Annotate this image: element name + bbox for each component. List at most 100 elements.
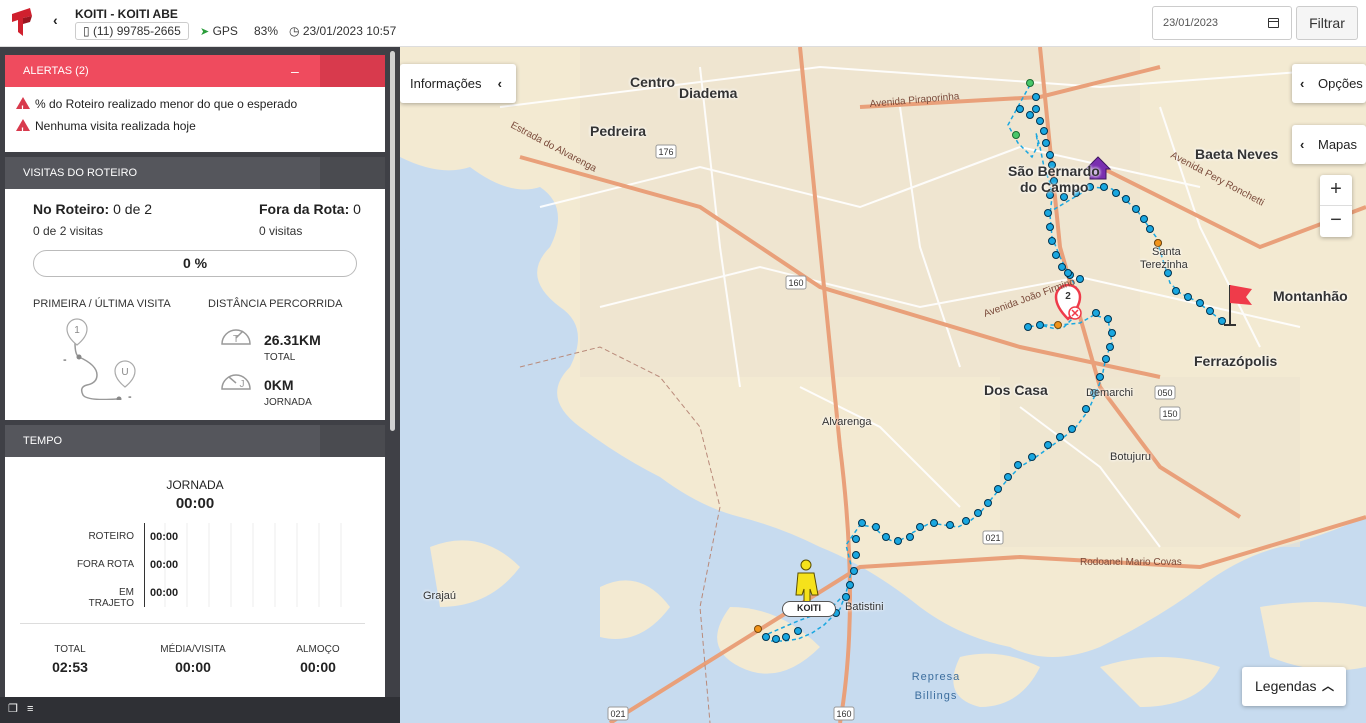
datetime-text: 23/01/2023 10:57	[302, 24, 397, 38]
road-shield-021: 021	[610, 709, 625, 719]
mapas-label: Mapas	[1318, 137, 1358, 152]
jornada-label: JORNADA	[264, 397, 312, 408]
device-name: KOITI - KOITI ABE	[75, 7, 178, 21]
phone-badge: ▯ (11) 99785-2665	[75, 22, 189, 40]
warning-icon	[16, 119, 30, 142]
place-label: Batistini	[845, 601, 884, 613]
collapse-icon[interactable]: –	[291, 55, 299, 87]
zoom-control: + −	[1320, 175, 1352, 237]
chevron-left-icon: ‹	[1300, 137, 1305, 152]
zoom-out-button[interactable]: −	[1320, 206, 1352, 237]
route-progress-bar: 0 %	[33, 250, 357, 277]
windows-icon[interactable]: ❐	[8, 704, 19, 715]
alerts-header[interactable]: ALERTAS (2) –	[5, 55, 385, 87]
time-title: TEMPO	[23, 435, 63, 447]
sidebar-scrollbar[interactable]	[388, 47, 398, 697]
chevron-left-icon: ‹	[1300, 76, 1305, 91]
road-name: Rodoanel Mario Covas	[1080, 557, 1182, 568]
time-row-label: FORA ROTA	[76, 559, 134, 570]
mapas-button[interactable]: ‹ Mapas	[1292, 125, 1366, 164]
gps-status: ➤ GPS	[200, 24, 238, 38]
user-name-tag[interactable]: KOITI	[782, 601, 836, 617]
battery-level: 83%	[254, 24, 279, 38]
total-time-value: 02:53	[52, 659, 88, 675]
place-label: Ferrazópolis	[1194, 353, 1278, 369]
opcoes-button[interactable]: ‹ Opções	[1292, 64, 1366, 103]
jornada-caption: JORNADA	[166, 478, 224, 492]
time-header[interactable]: TEMPO	[5, 425, 385, 457]
visits-title: VISITAS DO ROTEIRO	[23, 167, 138, 179]
time-row-value: 00:00	[150, 559, 179, 571]
gps-label: GPS	[212, 24, 238, 38]
place-label: Baeta Neves	[1195, 146, 1279, 162]
sidebar: ALERTAS (2) – % do Roteiro realizado men…	[0, 47, 400, 723]
last-visit-value: -	[128, 391, 132, 403]
place-label: Terezinha	[1140, 259, 1188, 271]
back-chevron-icon[interactable]: ‹	[53, 12, 58, 28]
top-bar: ‹ KOITI - KOITI ABE ▯ (11) 99785-2665 ➤ …	[0, 0, 1366, 47]
alerts-title: ALERTAS (2)	[23, 65, 89, 77]
scroll-thumb[interactable]	[390, 51, 395, 431]
informacoes-label: Informações	[410, 76, 482, 91]
visit-marker-number: 2	[1065, 291, 1071, 302]
place-label: Grajaú	[423, 590, 457, 602]
jornada-time: 00:00	[175, 495, 215, 512]
alerts-panel: ALERTAS (2) – % do Roteiro realizado men…	[5, 55, 385, 152]
clock-icon: ◷	[289, 24, 300, 38]
time-row-value: 00:00	[150, 587, 179, 599]
calendar-icon[interactable]	[1268, 18, 1279, 28]
svg-text:U: U	[121, 367, 128, 378]
jornada-distance: 0KM	[264, 377, 294, 393]
first-last-caption: PRIMEIRA / ÚLTIMA VISITA	[33, 298, 171, 310]
place-label: São Bernardo	[1008, 163, 1100, 179]
phone-number: (11) 99785-2665	[92, 24, 181, 38]
svg-text:1: 1	[74, 325, 80, 336]
water-label: Billings	[914, 690, 958, 702]
date-value: 23/01/2023	[1163, 17, 1219, 29]
distance-caption: DISTÂNCIA PERCORRIDA	[208, 298, 343, 310]
informacoes-button[interactable]: Informações ‹	[400, 64, 516, 103]
road-shield-050: 050	[1157, 388, 1172, 398]
gps-arrow-icon: ➤	[200, 26, 210, 38]
almoco-label: ALMOÇO	[296, 644, 340, 655]
progress-text: 0 %	[182, 255, 208, 271]
chevron-up-icon: ︿	[1321, 679, 1334, 693]
road-shield-150: 150	[1162, 409, 1177, 419]
odometer-icon: J	[221, 374, 251, 390]
svg-text:J: J	[240, 379, 245, 390]
road-shield-160: 160	[788, 278, 803, 288]
alert-text: % do Roteiro realizado menor do que o es…	[35, 97, 298, 111]
first-visit-value: -	[63, 354, 67, 366]
time-row-label: ROTEIRO	[88, 531, 134, 542]
road-shield-160: 160	[836, 709, 851, 719]
zoom-in-button[interactable]: +	[1320, 175, 1352, 206]
bottom-bar: ❐ ≡	[0, 697, 400, 723]
chevron-left-icon: ‹	[497, 76, 502, 91]
time-panel: TEMPO JORNADA 00:00 ROTEIRO 00:00 FORA R…	[5, 425, 385, 697]
no-roteiro-sub: 0 de 2 visitas	[33, 224, 104, 238]
odometer-icon: T	[221, 329, 251, 345]
media-label: MÉDIA/VISITA	[160, 644, 226, 655]
place-label: Santa	[1152, 246, 1181, 258]
opcoes-label: Opções	[1318, 76, 1363, 91]
road-shield-176: 176	[658, 147, 673, 157]
fora-da-rota: Fora da Rota: 0	[259, 201, 361, 217]
place-label: Centro	[630, 74, 676, 90]
almoco-value: 00:00	[300, 659, 336, 675]
no-roteiro: No Roteiro: 0 de 2	[33, 201, 153, 217]
road-shield-021: 021	[985, 533, 1000, 543]
fora-rota-sub: 0 visitas	[259, 224, 303, 238]
place-label: Diadema	[679, 85, 738, 101]
total-time-label: TOTAL	[54, 644, 86, 655]
total-distance: 26.31KM	[264, 332, 321, 348]
place-label: Dos Casa	[984, 382, 1048, 398]
menu-icon[interactable]: ≡	[27, 704, 38, 715]
date-filter-input[interactable]: 23/01/2023	[1152, 6, 1292, 40]
time-row-label: EM TRAJETO	[88, 587, 134, 609]
legendas-button[interactable]: Legendas ︿	[1242, 667, 1346, 706]
visits-header[interactable]: VISITAS DO ROTEIRO	[5, 157, 385, 189]
filter-button[interactable]: Filtrar	[1296, 6, 1358, 40]
place-label: Montanhão	[1273, 288, 1348, 304]
map-area[interactable]: 176 160 050 150 021 021 160 Rodoanel Mar…	[400, 47, 1366, 723]
legendas-label: Legendas	[1255, 678, 1317, 694]
